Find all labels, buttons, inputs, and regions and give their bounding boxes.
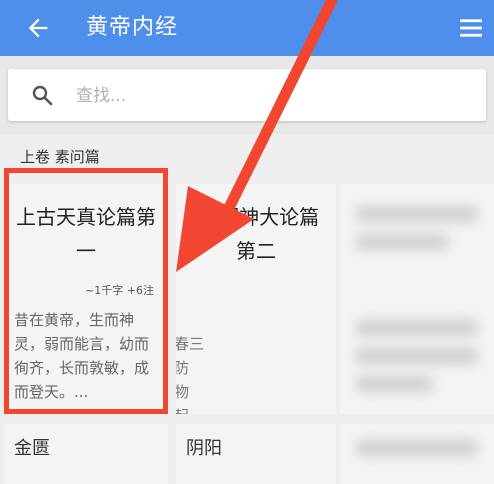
annotation-arrow-icon: [176, 0, 338, 272]
